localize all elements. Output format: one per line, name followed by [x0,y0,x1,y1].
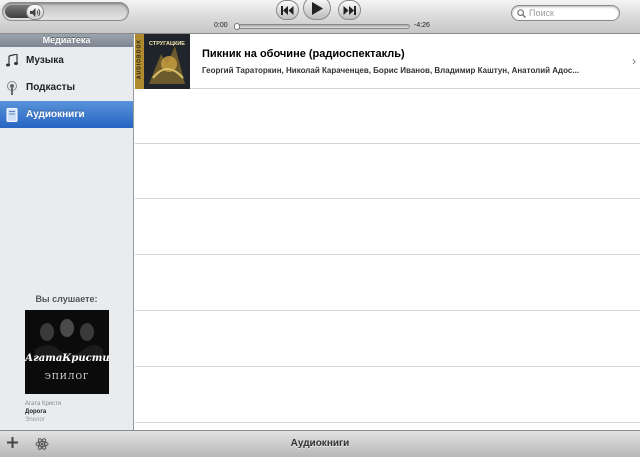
now-playing-panel: Вы слушаете: АгатаКристи ЭПИЛОГ Агата Кр… [0,292,133,424]
add-playlist-button[interactable] [7,435,18,452]
toolbar: 0:00 -4:26 [0,0,640,34]
now-playing-album: Эпилог [25,417,46,423]
empty-row [135,89,640,144]
sidebar-header: Медиатека [0,34,133,47]
cover-side-label: AUDIOBOOK [136,38,143,79]
audiobook-title: Пикник на обочине (радиоспектакль) [202,47,405,60]
previous-track-button[interactable] [276,0,299,20]
scrubber-knob[interactable] [234,23,240,30]
time-elapsed: 0:00 [214,22,228,29]
empty-row [135,200,640,255]
volume-slider[interactable] [2,2,129,21]
empty-row [135,144,640,199]
search-input[interactable] [529,8,617,18]
rewind-icon [281,5,294,15]
sidebar-item-label: Подкасты [26,82,76,93]
chevron-right-icon[interactable]: › [632,54,636,68]
fast-forward-icon [343,5,356,15]
list-item[interactable]: AUDIOBOOK СТРУГАЦКИЕ Пикник на обочине (… [135,33,640,89]
music-note-icon [4,53,20,69]
sidebar-item-label: Аудиокниги [26,109,85,120]
album-cover-image [25,310,109,394]
plus-icon [7,437,18,448]
volume-knob[interactable] [26,4,44,20]
progress-scrubber[interactable] [234,23,410,30]
sidebar-item-audiobooks[interactable]: Аудиокниги [0,101,133,128]
empty-row [135,256,640,311]
sidebar-item-podcasts[interactable]: Подкасты [0,74,133,101]
audiobook-authors: Георгий Тараторкин, Николай Караченцев, … [202,65,580,75]
empty-row [135,368,640,423]
sidebar-item-music[interactable]: Музыка [0,47,133,74]
now-playing-meta: Агата Кристи Дорога Эпилог [25,400,133,424]
search-box[interactable] [511,5,620,21]
audiobook-list: AUDIOBOOK СТРУГАЦКИЕ Пикник на обочине (… [135,33,640,430]
audiobook-icon [4,107,20,123]
genius-button[interactable] [35,437,49,456]
now-playing-title: Вы слушаете: [35,294,98,304]
bottom-bar: Аудиокниги [0,430,640,457]
play-icon [312,1,323,15]
genius-atom-icon [35,438,49,450]
album-cover-text-bottom: ЭПИЛОГ [44,372,90,381]
empty-row [135,312,640,367]
speaker-icon [29,7,40,17]
now-playing-artist: Агата Кристи [25,401,62,407]
audiobook-text: Пикник на обочине (радиоспектакль) Георг… [202,48,579,75]
search-icon [517,8,526,18]
audiobook-artwork: AUDIOBOOK СТРУГАЦКИЕ [135,33,190,89]
cover-top-label: СТРУГАЦКИЕ [149,40,185,47]
sidebar-item-label: Музыка [26,55,64,66]
next-track-button[interactable] [338,0,361,20]
podcast-icon [4,80,20,96]
sidebar: Медиатека Музыка Подкасты Аудиокниги Вы … [0,34,134,430]
album-cover-text-top: АгатаКристи [25,353,109,364]
time-remaining: -4:26 [414,22,430,29]
now-playing-artwork[interactable]: АгатаКристи ЭПИЛОГ [25,310,109,394]
now-playing-song: Дорога [25,409,47,415]
section-title: Аудиокниги [290,438,350,449]
play-button[interactable] [303,0,331,20]
